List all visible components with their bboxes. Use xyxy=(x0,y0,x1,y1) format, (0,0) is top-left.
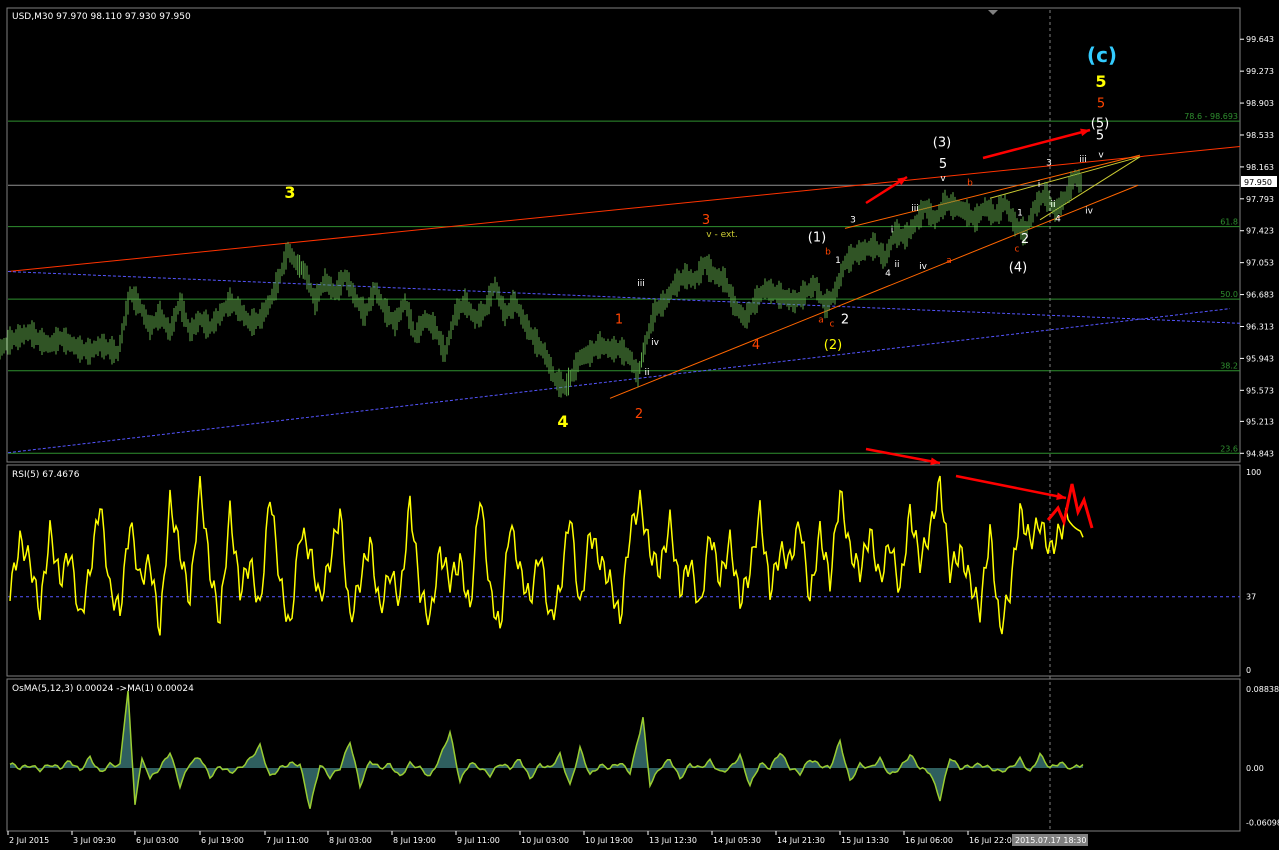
wave-label: (1) xyxy=(808,230,826,245)
wave-label: a xyxy=(818,315,824,325)
wave-label: (5) xyxy=(1091,116,1109,131)
fib-level-label: 61.8 xyxy=(1220,218,1238,227)
wave-label: ii xyxy=(894,260,899,270)
wave-label: iii xyxy=(1079,155,1087,165)
fib-level-label: 50.0 xyxy=(1220,290,1238,299)
time-tick-label: 8 Jul 03:00 xyxy=(329,836,372,845)
time-tick-label: 7 Jul 11:00 xyxy=(266,836,309,845)
price-tick-label: 99.643 xyxy=(1246,35,1274,44)
price-tick-label: 97.053 xyxy=(1246,259,1274,268)
current-price-label: 97.950 xyxy=(1244,178,1272,187)
osma-panel-header: OsMA(5,12,3) 0.00024 ->MA(1) 0.00024 xyxy=(12,684,194,694)
wave-label: b xyxy=(967,178,973,188)
wave-label: (2) xyxy=(824,338,842,353)
wave-label: i xyxy=(1038,180,1041,190)
wave-label: 4 xyxy=(1055,215,1061,225)
wave-label: 5 xyxy=(939,157,947,172)
time-tick-label: 16 Jul 06:00 xyxy=(905,836,953,845)
wave-label: c xyxy=(1015,245,1020,255)
fib-level-label: 38.2 xyxy=(1220,362,1238,371)
time-tick-label: 3 Jul 09:30 xyxy=(73,836,116,845)
time-tick-label: 9 Jul 11:00 xyxy=(457,836,500,845)
price-tick-label: 98.533 xyxy=(1246,131,1274,140)
price-tick-label: 98.903 xyxy=(1246,99,1274,108)
wave-label: 4 xyxy=(885,269,891,279)
price-tick-label: 96.313 xyxy=(1246,322,1274,331)
wave-label: 5 xyxy=(1095,72,1106,91)
wave-label: 2 xyxy=(841,312,849,327)
wave-label: 3 xyxy=(1046,158,1052,168)
wave-label: a xyxy=(946,256,952,266)
wave-label: (4) xyxy=(1009,261,1027,276)
time-tick-label: 14 Jul 21:30 xyxy=(777,836,825,845)
time-tick-label: 10 Jul 03:00 xyxy=(521,836,569,845)
main-panel-header: USD,M30 97.970 98.110 97.930 97.950 xyxy=(12,12,191,22)
wave-label: 3 xyxy=(850,215,856,225)
price-tick-label: 95.573 xyxy=(1246,386,1274,395)
wave-label: 4 xyxy=(752,338,760,353)
osma-tick-label: 0.00 xyxy=(1246,764,1264,773)
price-tick-label: 95.213 xyxy=(1246,417,1274,426)
rsi-tick-label: 37 xyxy=(1246,593,1256,602)
wave-label: 1 xyxy=(615,312,623,327)
price-tick-label: 99.273 xyxy=(1246,67,1274,76)
chart-canvas[interactable]: 99.643 99.273 98.903 98.533 98.163 97.793 97.4… xyxy=(0,0,1279,846)
time-tick-label: 10 Jul 19:00 xyxy=(585,836,633,845)
wave-label: v xyxy=(940,174,946,184)
wave-label: iv xyxy=(651,338,660,348)
wave-label: 4 xyxy=(557,412,568,431)
wave-label: (c) xyxy=(1087,43,1117,67)
wave-label: iv xyxy=(1085,207,1094,217)
cursor-time-label: 2015.07.17 18:30 xyxy=(1015,836,1086,845)
wave-label: c xyxy=(830,320,835,330)
wave-label: 2 xyxy=(1021,232,1029,247)
time-tick-label: 16 Jul 22:00 xyxy=(969,836,1017,845)
wave-label: i xyxy=(891,226,894,236)
price-tick-label: 98.163 xyxy=(1246,163,1274,172)
metatrader-chart-window: 99.643 99.273 98.903 98.533 98.163 97.793 97.4… xyxy=(0,0,1279,846)
wave-label: 3 xyxy=(702,213,710,228)
osma-tick-label: -0.06098 xyxy=(1246,818,1279,827)
wave-label: 1 xyxy=(835,256,841,266)
wave-label: iii xyxy=(637,279,645,289)
fib-level-label: 23.6 xyxy=(1220,444,1238,453)
wave-label: iii xyxy=(911,204,919,214)
wave-label: v - ext. xyxy=(706,230,737,240)
wave-label: b xyxy=(825,247,831,257)
wave-label: ii xyxy=(644,368,649,378)
wave-label: iv xyxy=(919,262,928,272)
rsi-tick-label: 100 xyxy=(1246,468,1261,477)
time-tick-label: 14 Jul 05:30 xyxy=(713,836,761,845)
wave-label: ii xyxy=(1050,200,1055,210)
price-tick-label: 97.423 xyxy=(1246,227,1274,236)
wave-label: 2 xyxy=(635,407,643,422)
price-tick-label: 95.943 xyxy=(1246,354,1274,363)
wave-label: 5 xyxy=(1097,97,1105,112)
price-tick-label: 97.793 xyxy=(1246,195,1274,204)
time-tick-label: 13 Jul 12:30 xyxy=(649,836,697,845)
osma-tick-label: 0.08838 xyxy=(1246,685,1279,694)
rsi-panel-header: RSI(5) 67.4676 xyxy=(12,470,80,480)
chart-background xyxy=(0,0,1279,846)
time-tick-label: 15 Jul 13:30 xyxy=(841,836,889,845)
fib-level-label: 78.6 - 98.693 xyxy=(1184,112,1238,121)
rsi-tick-label: 0 xyxy=(1246,666,1251,675)
wave-label: v xyxy=(1098,151,1104,161)
price-tick-label: 94.843 xyxy=(1246,449,1274,458)
wave-label: (3) xyxy=(933,135,951,150)
wave-label: 3 xyxy=(284,183,295,202)
time-tick-label: 8 Jul 19:00 xyxy=(393,836,436,845)
price-tick-label: 96.683 xyxy=(1246,291,1274,300)
time-tick-label: 6 Jul 03:00 xyxy=(136,836,179,845)
time-tick-label: 6 Jul 19:00 xyxy=(201,836,244,845)
wave-label: 1 xyxy=(1017,208,1023,218)
time-tick-label: 2 Jul 2015 xyxy=(9,836,49,845)
